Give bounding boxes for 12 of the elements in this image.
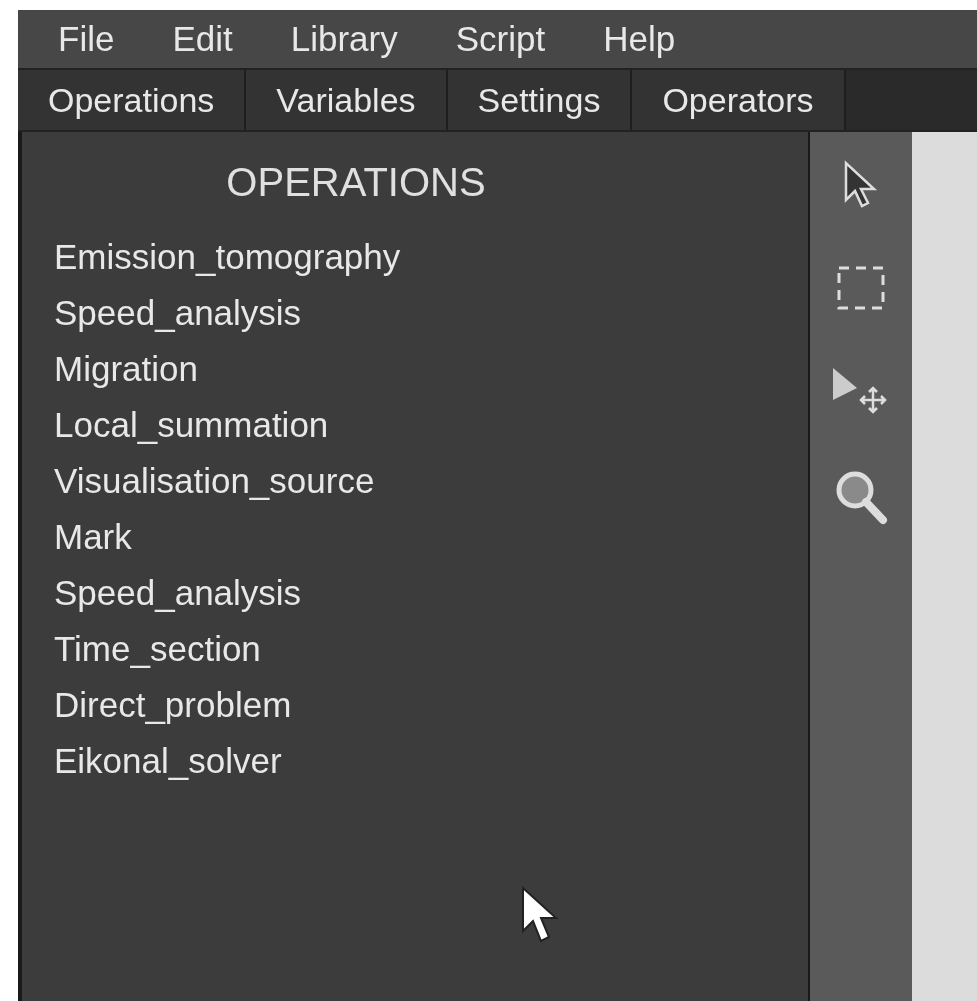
tab[interactable]: Settings <box>447 70 633 130</box>
tab[interactable]: Operators <box>632 70 846 130</box>
tab[interactable]: Operations <box>18 70 247 130</box>
menu-item[interactable]: Library <box>290 12 398 66</box>
menu-item[interactable]: Script <box>455 12 546 66</box>
panel-title: OPERATIONS <box>226 159 486 206</box>
menu-item[interactable]: Edit <box>172 12 233 66</box>
selection-rectangle-icon[interactable] <box>835 264 887 312</box>
arrow-pointer-icon[interactable] <box>843 160 879 210</box>
tab[interactable]: Variables <box>246 70 448 130</box>
menu-item[interactable]: File <box>58 12 115 66</box>
menu-item[interactable]: Help <box>603 12 676 66</box>
